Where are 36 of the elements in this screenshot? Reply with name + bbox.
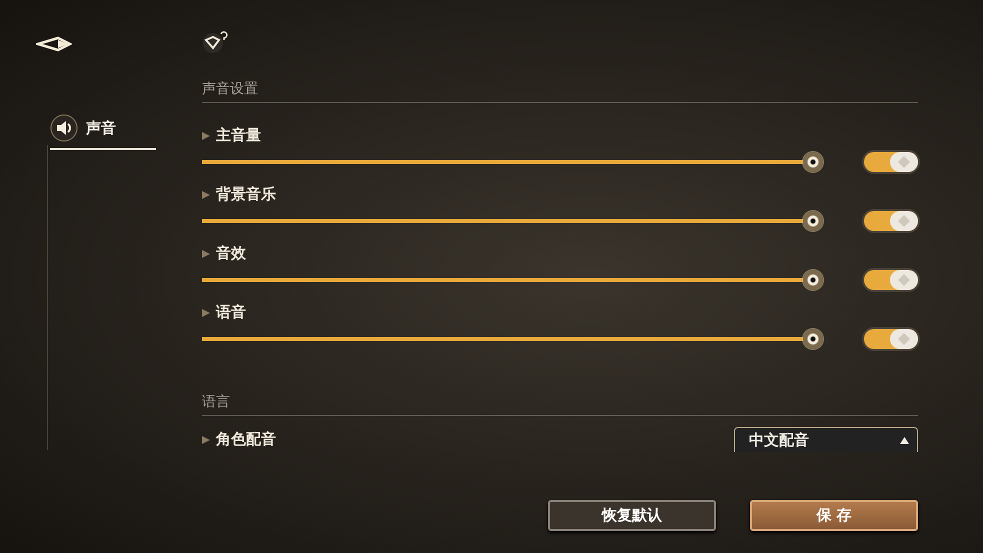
section-title: 语言 bbox=[202, 393, 918, 416]
bullet-icon bbox=[202, 250, 210, 258]
toggle-switch[interactable] bbox=[864, 152, 918, 172]
setting-label: 语音 bbox=[216, 303, 246, 322]
slider-handle[interactable] bbox=[803, 329, 823, 349]
voice-dropdown[interactable]: 中文配音 bbox=[734, 427, 918, 452]
bullet-icon bbox=[202, 308, 210, 316]
setting-label: 音效 bbox=[216, 244, 246, 263]
back-icon[interactable] bbox=[36, 36, 72, 52]
volume-slider[interactable] bbox=[202, 210, 824, 232]
bullet-icon bbox=[202, 436, 210, 444]
diamond-icon bbox=[897, 214, 911, 228]
toggle-switch[interactable] bbox=[864, 211, 918, 231]
reset-button[interactable]: 恢复默认 bbox=[548, 500, 716, 531]
volume-slider[interactable] bbox=[202, 328, 824, 350]
diamond-icon bbox=[897, 273, 911, 287]
setting-label: 主音量 bbox=[216, 126, 261, 145]
setting-label: 背景音乐 bbox=[216, 185, 276, 204]
bullet-icon bbox=[202, 132, 210, 140]
save-button[interactable]: 保 存 bbox=[750, 500, 918, 531]
slider-handle[interactable] bbox=[803, 211, 823, 231]
diamond-icon bbox=[897, 332, 911, 346]
diamond-icon bbox=[897, 155, 911, 169]
slider-handle[interactable] bbox=[803, 152, 823, 172]
section-title: 声音设置 bbox=[202, 80, 918, 103]
volume-slider[interactable] bbox=[202, 269, 824, 291]
toggle-switch[interactable] bbox=[864, 329, 918, 349]
nav-tab[interactable]: 声音 bbox=[50, 114, 156, 150]
slider-handle[interactable] bbox=[803, 270, 823, 290]
setting-label: 角色配音 bbox=[216, 430, 276, 449]
volume-slider[interactable] bbox=[202, 151, 824, 173]
toggle-switch[interactable] bbox=[864, 270, 918, 290]
help-icon[interactable] bbox=[202, 30, 230, 54]
bullet-icon bbox=[202, 190, 210, 198]
speaker-icon bbox=[50, 114, 78, 142]
caret-icon bbox=[900, 436, 909, 444]
